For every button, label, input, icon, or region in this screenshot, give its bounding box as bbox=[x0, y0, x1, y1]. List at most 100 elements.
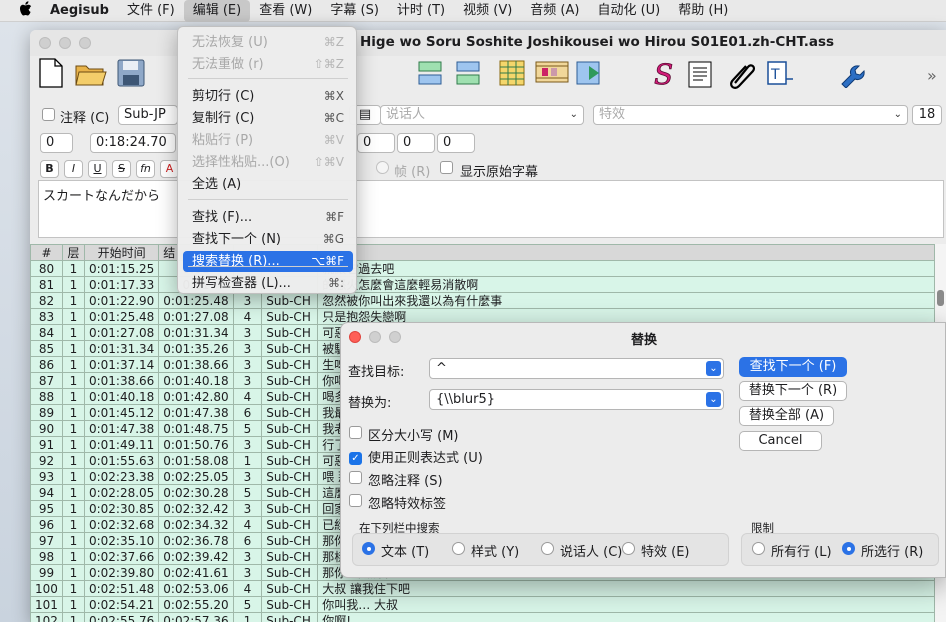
chevron-down-icon[interactable]: ⌄ bbox=[706, 392, 721, 407]
header-text[interactable] bbox=[317, 244, 935, 261]
table-row[interactable]: 100 1 0:02:51.48 0:02:53.06 4 Sub-CH 大叔 讓我住下吧 bbox=[30, 580, 935, 597]
cancel-button[interactable]: Cancel bbox=[739, 431, 822, 451]
header-start[interactable]: 开始时间 bbox=[83, 244, 160, 261]
menu-timing[interactable]: 计时 (T) bbox=[388, 0, 454, 22]
close-window-button[interactable] bbox=[39, 37, 51, 49]
translation-icon[interactable] bbox=[575, 59, 605, 89]
edit-menu-item[interactable]: 搜索替换 (R)... ⌥⌘F bbox=[183, 251, 353, 272]
table-row[interactable]: 82 1 0:01:22.90 0:01:25.48 3 Sub-CH 忽然被你叫出來我還以… bbox=[30, 292, 935, 309]
menu-item-label: 选择性粘贴...(O) bbox=[192, 155, 290, 170]
font-button[interactable]: fn bbox=[136, 160, 155, 178]
option-checkbox[interactable]: ✓ bbox=[349, 448, 362, 465]
jump-to-end-icon[interactable] bbox=[454, 59, 484, 89]
cell-end: 0:02:39.42 bbox=[158, 548, 234, 565]
search-in-radio[interactable] bbox=[452, 542, 465, 556]
cell-cps: 6 bbox=[232, 532, 263, 549]
film-strip-icon[interactable] bbox=[535, 60, 569, 90]
option-checkbox[interactable] bbox=[349, 494, 362, 508]
option-checkbox[interactable] bbox=[349, 471, 362, 485]
margin-vertical-field[interactable]: 0 bbox=[437, 133, 475, 153]
cell-start: 0:01:45.12 bbox=[83, 404, 160, 421]
menu-help[interactable]: 帮助 (H) bbox=[669, 0, 737, 22]
menu-edit[interactable]: 编辑 (E) bbox=[183, 0, 251, 22]
cell-cps: 3 bbox=[232, 436, 263, 453]
chevron-down-icon[interactable]: ⌄ bbox=[706, 361, 721, 376]
actor-field[interactable]: 说话人 ⌄ bbox=[380, 105, 584, 125]
subtitle-text-box[interactable]: スカートなんだから bbox=[38, 180, 944, 238]
layer-field[interactable]: 0 bbox=[40, 133, 73, 153]
automation-icon[interactable] bbox=[838, 58, 868, 89]
edit-menu-item: 粘贴行 (P) ⌘V bbox=[183, 130, 353, 151]
font-size-field[interactable]: 18 bbox=[912, 105, 942, 125]
margin-left-field[interactable]: 0 bbox=[357, 133, 395, 153]
menu-automation[interactable]: 自动化 (U) bbox=[588, 0, 669, 22]
open-folder-icon[interactable] bbox=[75, 60, 107, 90]
table-row[interactable]: 102 1 0:02:55.76 0:02:57.36 1 Sub-CH 你啊! bbox=[30, 612, 935, 622]
save-icon[interactable] bbox=[117, 59, 147, 89]
frame-radio[interactable] bbox=[376, 161, 389, 175]
menu-item-label: 拼写检查器 (L)... bbox=[192, 276, 291, 291]
properties-icon[interactable] bbox=[686, 59, 716, 89]
table-row[interactable]: 8010:01:15.250:01就讓它過去吧 bbox=[30, 260, 935, 277]
cell-start: 0:02:35.10 bbox=[83, 532, 160, 549]
menu-audio[interactable]: 音频 (A) bbox=[521, 0, 588, 22]
new-file-icon[interactable] bbox=[38, 58, 68, 88]
zoom-window-button[interactable] bbox=[79, 37, 91, 49]
edit-menu-item[interactable]: 复制行 (C) ⌘C bbox=[183, 108, 353, 129]
option-label: 忽略注释 (S) bbox=[368, 474, 443, 489]
cell-start: 0:01:15.25 bbox=[83, 260, 160, 277]
minimize-window-button[interactable] bbox=[59, 37, 71, 49]
replace-next-button[interactable]: 替换下一个 (R) bbox=[739, 381, 847, 401]
option-checkbox[interactable] bbox=[349, 426, 362, 440]
edit-menu-item[interactable]: 查找下一个 (N) ⌘G bbox=[183, 229, 353, 250]
header-number[interactable]: # bbox=[30, 244, 63, 261]
toolbar-overflow-icon[interactable]: » bbox=[927, 66, 937, 85]
show-original-checkbox[interactable] bbox=[440, 161, 453, 175]
limit-radio[interactable] bbox=[752, 542, 765, 556]
menu-item-label: 查找下一个 (N) bbox=[192, 232, 282, 247]
header-layer[interactable]: 层 bbox=[61, 244, 85, 261]
comment-checkbox[interactable] bbox=[42, 108, 55, 122]
edit-menu-item[interactable]: 拼写检查器 (L)... ⌘: bbox=[183, 273, 353, 294]
start-time-field[interactable]: 0:18:24.70 bbox=[90, 133, 176, 153]
cell-start: 0:01:37.14 bbox=[83, 356, 160, 373]
edit-menu-item[interactable]: 查找 (F)... ⌘F bbox=[183, 207, 353, 228]
table-row[interactable]: 101 1 0:02:54.21 0:02:55.20 5 Sub-CH 你叫我… 大叔 bbox=[30, 596, 935, 613]
cell-number: 95 bbox=[30, 500, 63, 517]
cell-start: 0:01:17.33 bbox=[83, 276, 160, 293]
cell-layer: 1 bbox=[61, 324, 85, 341]
menu-file[interactable]: 文件 (F) bbox=[118, 0, 184, 22]
find-next-button[interactable]: 查找下一个 (F) bbox=[739, 357, 847, 377]
attachments-icon[interactable] bbox=[727, 59, 757, 89]
menu-app-name[interactable]: Aegisub bbox=[36, 0, 118, 22]
limit-radio[interactable] bbox=[842, 542, 855, 556]
search-in-radio[interactable] bbox=[362, 542, 375, 556]
style-select[interactable]: Sub-JP bbox=[118, 105, 178, 125]
strikeout-button[interactable]: S bbox=[112, 160, 131, 178]
bold-button[interactable]: B bbox=[40, 160, 59, 178]
find-input[interactable]: ^ ⌄ bbox=[429, 358, 724, 379]
scrollbar-thumb[interactable] bbox=[937, 290, 944, 306]
menu-subtitle[interactable]: 字幕 (S) bbox=[321, 0, 388, 22]
margin-right-field[interactable]: 0 bbox=[397, 133, 435, 153]
replace-input[interactable]: {\\blur5} ⌄ bbox=[429, 389, 724, 410]
jump-to-start-icon[interactable] bbox=[416, 59, 446, 89]
style-grid-icon[interactable] bbox=[498, 59, 528, 89]
replace-all-button[interactable]: 替换全部 (A) bbox=[739, 406, 834, 426]
edit-menu-item[interactable]: 全选 (A) bbox=[183, 174, 353, 195]
timing-postprocessor-icon[interactable]: T bbox=[765, 59, 795, 89]
menu-view[interactable]: 查看 (W) bbox=[250, 0, 321, 22]
italic-button[interactable]: I bbox=[64, 160, 83, 178]
cell-start: 0:02:30.85 bbox=[83, 500, 160, 517]
search-in-radio[interactable] bbox=[622, 542, 635, 556]
cell-cps: 4 bbox=[232, 580, 263, 597]
search-in-radio[interactable] bbox=[541, 542, 554, 556]
effect-field[interactable]: 特效 ⌄ bbox=[593, 105, 908, 125]
styles-manager-icon[interactable]: S bbox=[650, 58, 680, 92]
menu-video[interactable]: 视频 (V) bbox=[454, 0, 521, 22]
underline-button[interactable]: U bbox=[88, 160, 107, 178]
table-row[interactable]: 8110:01:17.330:01的怒火怎麼會這麼輕易消散啊 bbox=[30, 276, 935, 293]
svg-text:S: S bbox=[654, 59, 673, 89]
edit-menu-item[interactable]: 剪切行 (C) ⌘X bbox=[183, 86, 353, 107]
apple-icon[interactable] bbox=[14, 1, 36, 20]
